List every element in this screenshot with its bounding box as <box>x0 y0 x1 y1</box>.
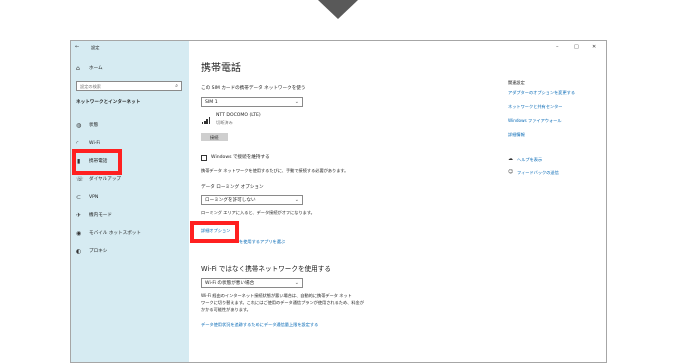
main-content: – □ ✕ 携帯電話 この SIM カードの携帯データ ネットワークを使う SI… <box>189 41 606 362</box>
dialup-icon: ☏ <box>76 176 84 183</box>
sidebar-home[interactable]: ホーム <box>89 66 103 72</box>
sidebar-item-proxy[interactable]: プロキシ <box>89 249 107 255</box>
windows-managed-label: Windows で接続を維持する <box>211 155 270 160</box>
windows-managed-checkbox[interactable] <box>201 155 207 161</box>
back-arrow-icon[interactable]: ← <box>75 45 79 50</box>
help-icon: ☁ <box>508 156 513 162</box>
wifi-pref-heading: Wi-Fi ではなく携帯ネットワークを使用する <box>201 265 331 273</box>
window-title: 設定 <box>91 45 100 50</box>
hotspot-icon: ◉ <box>76 230 82 237</box>
home-icon: ⌂ <box>76 65 80 72</box>
wifi-pref-desc-2: ワークに切り替えます。これにはご使用のデータ通信プランが使用されるため、料金が <box>201 300 364 305</box>
settings-window: ← 設定 ⌂ ホーム 設定の検索 ⌕ ネットワークとインターネット ◍ 状態 ◜… <box>70 40 607 363</box>
sidebar: ← 設定 ⌂ ホーム 設定の検索 ⌕ ネットワークとインターネット ◍ 状態 ◜… <box>71 41 189 362</box>
related-link-adapter[interactable]: アダプターのオプションを変更する <box>508 90 575 95</box>
search-placeholder: 設定の検索 <box>80 83 101 89</box>
search-icon: ⌕ <box>175 82 178 89</box>
signal-icon <box>202 117 210 124</box>
connect-button[interactable]: 接続 <box>201 133 228 141</box>
wifi-icon: ◜ <box>76 140 79 147</box>
proxy-icon: ◐ <box>76 248 82 255</box>
globe-icon: ◍ <box>76 122 82 129</box>
related-heading: 関連設定 <box>508 80 525 85</box>
close-icon[interactable]: ✕ <box>592 45 596 50</box>
sidebar-item-status[interactable]: 状態 <box>89 123 98 129</box>
network-name: NTT DOCOMO (LTE) <box>216 113 261 118</box>
wifi-pref-desc-1: Wi-Fi 経由のインターネット接続状態が悪い場合は、自動的に携帯データ ネット <box>201 293 352 298</box>
connect-button-label: 接続 <box>210 134 219 140</box>
sim-select[interactable]: SIM 1 ⌄ <box>201 97 303 107</box>
sim-question: この SIM カードの携帯データ ネットワークを使う <box>201 86 306 91</box>
feedback-link[interactable]: フィードバックの送信 <box>517 170 559 175</box>
roaming-note: ローミング エリアに入ると、データ接続がオフになります。 <box>201 210 315 215</box>
network-status: 切断済み <box>216 120 233 125</box>
help-link[interactable]: ヘルプを表示 <box>517 157 542 162</box>
minimize-icon[interactable]: – <box>556 45 559 50</box>
highlight-cellular <box>72 149 122 175</box>
section-title: ネットワークとインターネット <box>76 100 141 105</box>
highlight-advanced-options <box>190 221 239 243</box>
related-link-firewall[interactable]: Windows ファイアウォール <box>508 118 562 123</box>
choose-apps-link[interactable]: を使用するアプリを選ぶ <box>239 239 285 244</box>
sidebar-item-airplane[interactable]: 機内モード <box>89 213 112 219</box>
related-link-sharing-center[interactable]: ネットワークと共有センター <box>508 104 562 109</box>
chevron-down-icon: ⌄ <box>294 197 299 203</box>
sidebar-item-wifi[interactable]: Wi-Fi <box>89 141 100 147</box>
search-input[interactable]: 設定の検索 ⌕ <box>76 81 182 91</box>
page-title: 携帯電話 <box>201 63 241 74</box>
wifi-pref-desc-3: かかる可能性があります。 <box>201 307 251 312</box>
vpn-icon: ⊂ <box>76 194 82 201</box>
chevron-down-icon: ⌄ <box>294 99 299 105</box>
airplane-icon: ✈ <box>76 212 82 219</box>
wifi-pref-select-value: Wi-Fi の状態が悪い場合 <box>205 280 255 286</box>
wifi-pref-select[interactable]: Wi-Fi の状態が悪い場合 ⌄ <box>201 278 303 288</box>
sim-select-value: SIM 1 <box>205 99 218 105</box>
data-usage-link[interactable]: データ使用状況を追跡するためにデータ通信量上限を設定する <box>201 322 318 327</box>
sidebar-item-vpn[interactable]: VPN <box>89 195 98 201</box>
chevron-down-icon: ⌄ <box>294 280 299 286</box>
maximize-icon[interactable]: □ <box>574 45 579 50</box>
sidebar-item-dialup[interactable]: ダイヤルアップ <box>89 177 121 183</box>
related-link-more-info[interactable]: 詳細情報 <box>508 132 525 137</box>
auto-connect-desc: 携帯データ ネットワークを使用するたびに、手動で接続する必要があります。 <box>201 168 349 173</box>
roaming-select-value: ローミングを許可しない <box>205 197 256 203</box>
roaming-label: データ ローミング オプション <box>201 185 264 190</box>
roaming-select[interactable]: ローミングを許可しない ⌄ <box>201 195 303 205</box>
sidebar-item-hotspot[interactable]: モバイル ホットスポット <box>89 231 141 237</box>
feedback-icon: ☺ <box>508 169 514 175</box>
pointer-arrow <box>318 0 358 19</box>
